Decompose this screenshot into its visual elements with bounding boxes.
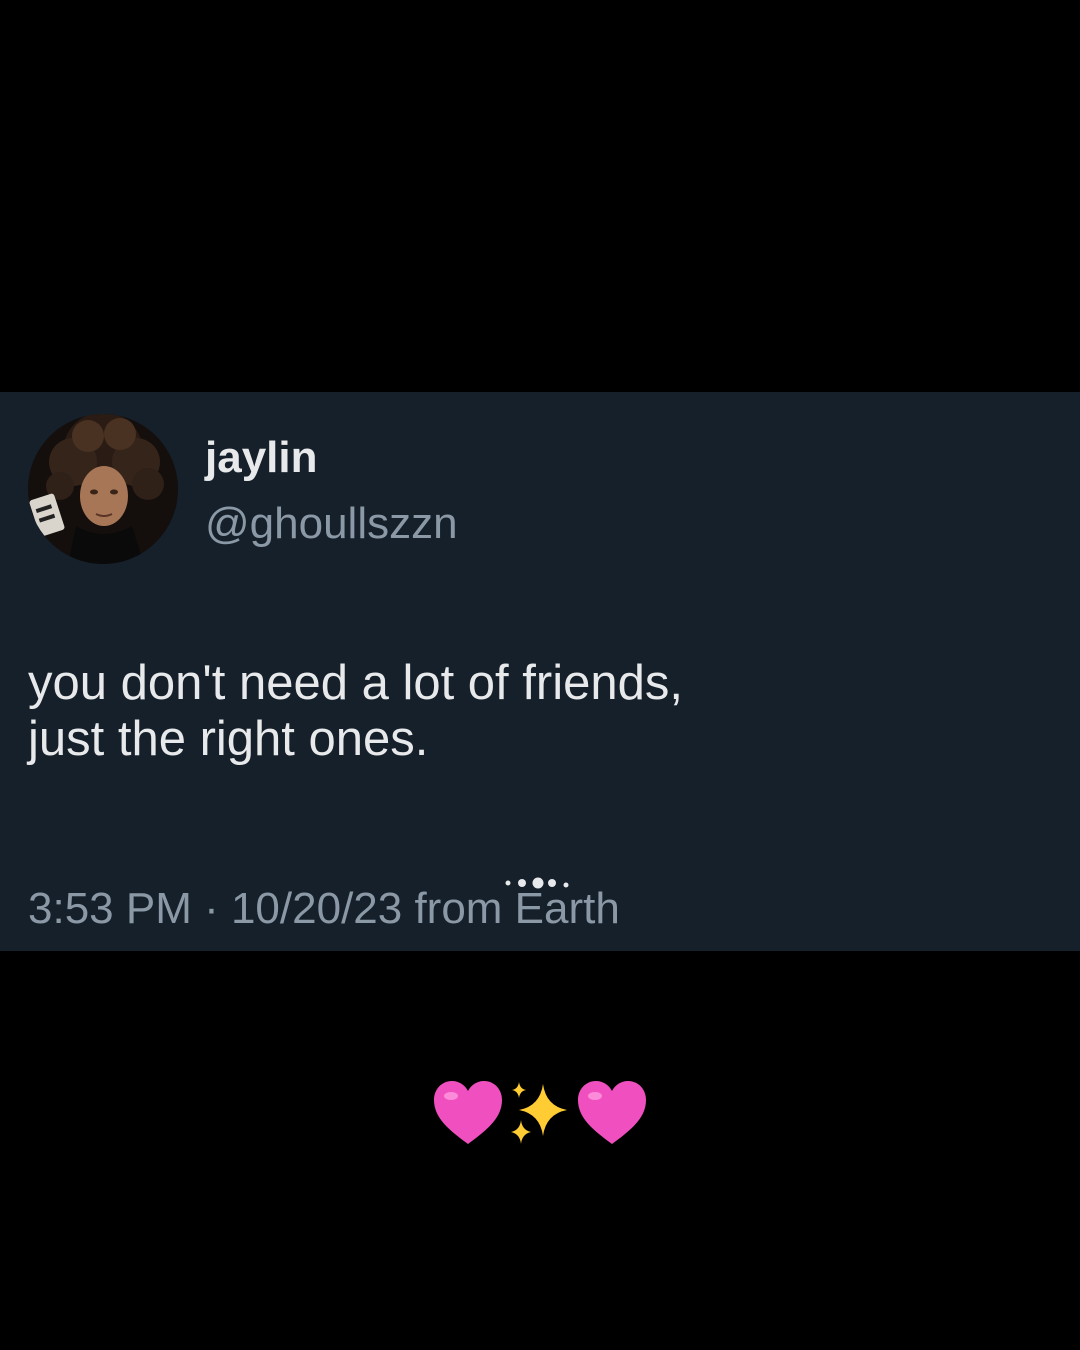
tweet-text: you don't need a lot of friends, just th… bbox=[28, 655, 1028, 767]
heart-pink-icon bbox=[578, 1081, 646, 1144]
avatar-photo bbox=[28, 414, 178, 564]
tweet-text-line-2: just the right ones. bbox=[28, 712, 429, 766]
sparkles-icon bbox=[511, 1082, 567, 1144]
user-handle[interactable]: @ghoullszzn bbox=[205, 496, 458, 552]
tweet-card[interactable]: jaylin @ghoullszzn you don't need a lot … bbox=[0, 392, 1080, 951]
avatar[interactable] bbox=[28, 414, 178, 564]
caption-emojis bbox=[420, 1070, 660, 1156]
post-canvas: jaylin @ghoullszzn you don't need a lot … bbox=[0, 0, 1080, 1350]
display-name[interactable]: jaylin bbox=[205, 430, 318, 486]
tweet-timestamp[interactable]: 3:53 PM · 10/20/23 from Earth bbox=[28, 881, 620, 937]
heart-pink-icon bbox=[434, 1081, 502, 1144]
tweet-text-line-1: you don't need a lot of friends, bbox=[28, 656, 683, 710]
